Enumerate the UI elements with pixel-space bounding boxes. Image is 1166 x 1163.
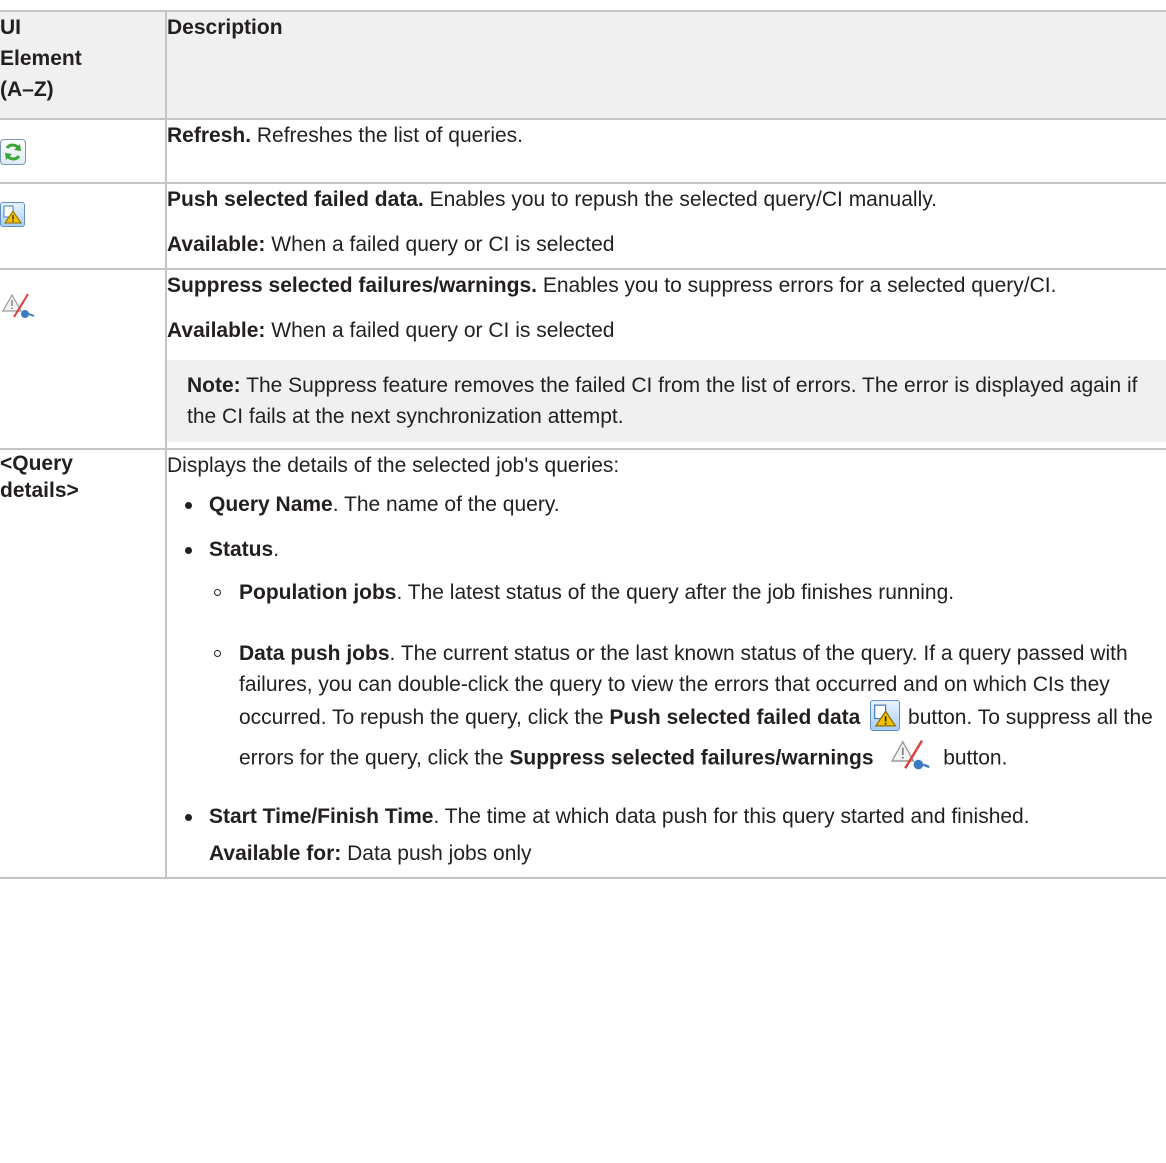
query-available-text: Data push jobs only	[341, 842, 532, 865]
table-row: Push selected failed data. Enables you t…	[0, 182, 1166, 270]
list-item: Status. Population jobs. The latest stat…	[167, 534, 1166, 781]
sub-item-end-text: button.	[937, 746, 1008, 770]
sub-item-text: . The latest status of the query after t…	[396, 581, 955, 604]
description-cell: Refresh. Refreshes the list of queries.	[165, 118, 1166, 184]
header-description: Description	[165, 10, 1166, 120]
inline-suppress-label: Suppress selected failures/warnings	[509, 746, 874, 770]
status-sub-list: Population jobs. The latest status of th…	[209, 577, 1166, 781]
note-label: Note:	[187, 374, 241, 397]
circle-bullet-icon	[214, 589, 221, 596]
item-label: Status	[209, 538, 274, 561]
suppress-available-text: When a failed query or CI is selected	[265, 319, 615, 342]
suppress-failures-icon	[887, 737, 933, 773]
ui-element-cell	[0, 182, 167, 270]
item-label: Query Name	[209, 493, 333, 516]
push-text: Enables you to repush the selected query…	[423, 188, 938, 211]
query-detail-list: Query Name. The name of the query. Statu…	[167, 489, 1166, 869]
circle-bullet-icon	[214, 650, 221, 657]
query-available-label: Available for:	[209, 842, 342, 865]
query-intro: Displays the details of the selected job…	[167, 454, 620, 477]
push-available-label: Available:	[167, 233, 266, 256]
ui-element-table: UI Element (A–Z) Description Refresh. Re…	[0, 10, 1166, 879]
push-available-text: When a failed query or CI is selected	[265, 233, 615, 256]
list-item: Data push jobs. The current status or th…	[209, 638, 1166, 781]
description-cell: Suppress selected failures/warnings. Ena…	[165, 268, 1166, 450]
header-ui-element: UI Element (A–Z)	[0, 10, 167, 120]
push-title: Push selected failed data.	[167, 188, 424, 211]
description-cell: Push selected failed data. Enables you t…	[165, 182, 1166, 270]
header-description-label: Description	[167, 16, 283, 39]
ui-element-cell: <Query details>	[0, 448, 167, 879]
list-item: Start Time/Finish Time. The time at whic…	[167, 801, 1166, 869]
note-box: Note: The Suppress feature removes the f…	[167, 360, 1166, 442]
header-ui-element-label: UI Element (A–Z)	[0, 16, 82, 101]
push-failed-data-icon	[870, 700, 901, 731]
item-text: .	[273, 538, 280, 561]
sub-item-label: Population jobs	[239, 581, 397, 604]
item-text: . The name of the query.	[332, 493, 560, 516]
push-failed-data-icon	[0, 201, 25, 227]
sub-item-label: Data push jobs	[239, 642, 390, 665]
table-header-row: UI Element (A–Z) Description	[0, 10, 1166, 120]
list-item: Query Name. The name of the query.	[167, 489, 1166, 520]
suppress-text: Enables you to suppress errors for a sel…	[536, 274, 1057, 297]
bullet-icon	[185, 814, 192, 821]
table-row: Suppress selected failures/warnings. Ena…	[0, 268, 1166, 450]
suppress-title: Suppress selected failures/warnings.	[167, 274, 537, 297]
suppress-available-label: Available:	[167, 319, 266, 342]
bullet-icon	[185, 547, 192, 554]
table-row: Refresh. Refreshes the list of queries.	[0, 118, 1166, 184]
ui-element-cell	[0, 118, 167, 184]
refresh-text: Refreshes the list of queries.	[251, 124, 523, 147]
list-item: Population jobs. The latest status of th…	[209, 577, 1166, 608]
query-details-name: <Query details>	[0, 452, 79, 502]
refresh-icon	[0, 139, 26, 166]
note-text: The Suppress feature removes the failed …	[187, 374, 1138, 428]
bullet-icon	[185, 502, 192, 509]
ui-element-cell	[0, 268, 167, 450]
table-row: <Query details> Displays the details of …	[0, 448, 1166, 879]
description-cell: Displays the details of the selected job…	[165, 448, 1166, 879]
item-text: . The time at which data push for this q…	[433, 805, 1030, 828]
refresh-title: Refresh.	[167, 124, 252, 147]
inline-push-label: Push selected failed data	[609, 706, 861, 730]
suppress-failures-icon	[0, 291, 36, 321]
item-label: Start Time/Finish Time	[209, 805, 434, 828]
